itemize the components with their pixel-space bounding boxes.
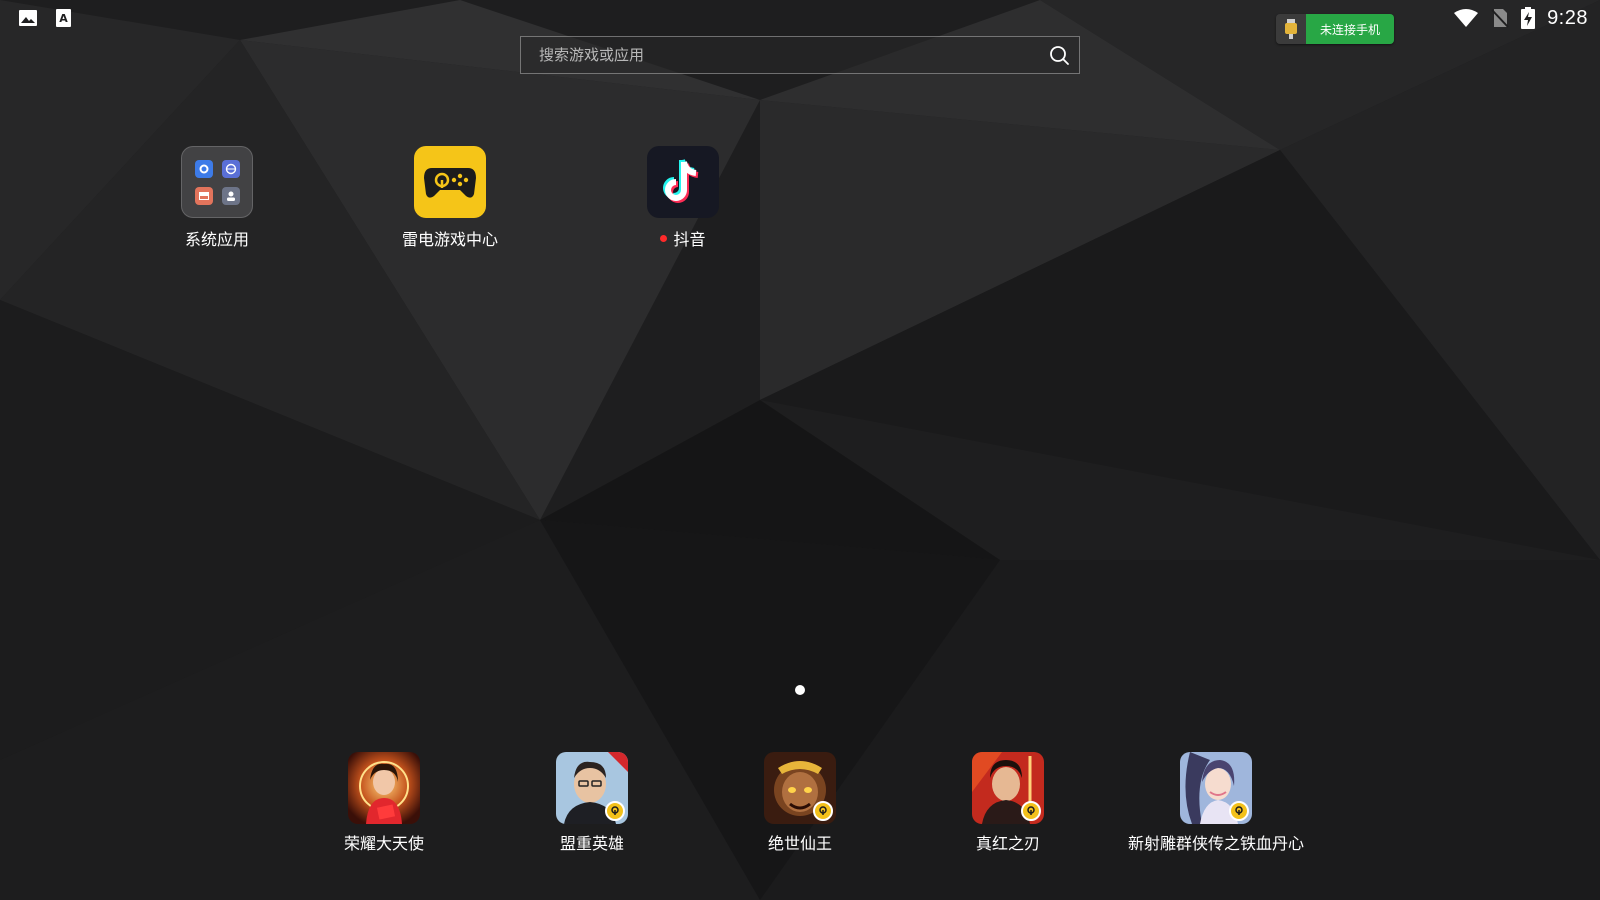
ld-game-badge-icon bbox=[1021, 801, 1041, 821]
dock-app-label: 绝世仙王 bbox=[767, 834, 832, 853]
ld-game-badge-icon bbox=[1229, 801, 1249, 821]
wifi-icon bbox=[1454, 9, 1479, 27]
douyin-icon bbox=[647, 146, 719, 218]
app-label-text: 雷电游戏中心 bbox=[401, 230, 498, 249]
search-icon[interactable] bbox=[1039, 36, 1079, 74]
gallery-mini-icon bbox=[194, 186, 213, 205]
dock-app-label: 真红之刃 bbox=[975, 834, 1040, 853]
jueshi-xianwang-icon bbox=[764, 752, 836, 824]
phone-plug-icon bbox=[1276, 14, 1306, 44]
search-input[interactable] bbox=[521, 45, 1039, 65]
new-indicator-dot bbox=[660, 234, 668, 242]
ld-game-badge-icon bbox=[605, 801, 625, 821]
page-indicator-dot bbox=[795, 685, 805, 695]
no-sim-icon bbox=[1491, 9, 1509, 28]
mengzhong-yingxiong-icon bbox=[556, 752, 628, 824]
keyboard-a-icon: A bbox=[56, 9, 71, 27]
dock-app-mengzhong[interactable]: 盟重英雄 bbox=[492, 752, 692, 854]
dock-app-xinshediao[interactable]: 新射雕群侠传之铁血丹心 bbox=[1116, 752, 1316, 854]
contacts-mini-icon bbox=[221, 186, 240, 205]
dock-app-jueshi[interactable]: 绝世仙王 bbox=[700, 752, 900, 854]
xin-shediao-icon bbox=[1180, 752, 1252, 824]
ld-game-badge-icon bbox=[813, 801, 833, 821]
system-apps-folder-icon bbox=[181, 146, 253, 218]
search-bar[interactable] bbox=[520, 36, 1080, 74]
image-icon bbox=[19, 10, 37, 26]
dock-app-zhenhong[interactable]: 真红之刃 bbox=[908, 752, 1108, 854]
dock-app-rongyao[interactable]: 荣耀大天使 bbox=[284, 752, 484, 854]
status-bar-right: 9:28 bbox=[1453, 4, 1588, 32]
ldplayer-game-center-icon bbox=[414, 146, 486, 218]
app-label-text: 系统应用 bbox=[184, 230, 249, 249]
rongyao-datianshi-icon bbox=[348, 752, 420, 824]
connect-phone-button[interactable]: 未连接手机 bbox=[1276, 14, 1394, 44]
app-ld-game-center[interactable]: 雷电游戏中心 bbox=[380, 146, 520, 250]
battery-charging-icon bbox=[1521, 7, 1536, 29]
settings-mini-icon bbox=[194, 159, 213, 178]
app-system-apps[interactable]: 系统应用 bbox=[147, 146, 287, 250]
dock-app-label: 荣耀大天使 bbox=[343, 834, 424, 853]
status-clock: 9:28 bbox=[1547, 6, 1588, 29]
svg-text:A: A bbox=[59, 12, 68, 25]
zhenhong-zhiren-icon bbox=[972, 752, 1044, 824]
dock-app-label: 盟重英雄 bbox=[559, 834, 624, 853]
app-label-text: 抖音 bbox=[673, 230, 706, 249]
app-label: 系统应用 bbox=[185, 226, 249, 250]
app-douyin[interactable]: 抖音 bbox=[613, 146, 753, 250]
dock-app-label: 新射雕群侠传之铁血丹心 bbox=[1127, 834, 1304, 853]
app-label: 抖音 bbox=[660, 226, 706, 250]
browser-mini-icon bbox=[221, 159, 240, 178]
android-home-screen: A 未连接手机 bbox=[0, 0, 1600, 900]
connect-phone-label: 未连接手机 bbox=[1306, 14, 1394, 44]
app-label: 雷电游戏中心 bbox=[402, 226, 498, 250]
